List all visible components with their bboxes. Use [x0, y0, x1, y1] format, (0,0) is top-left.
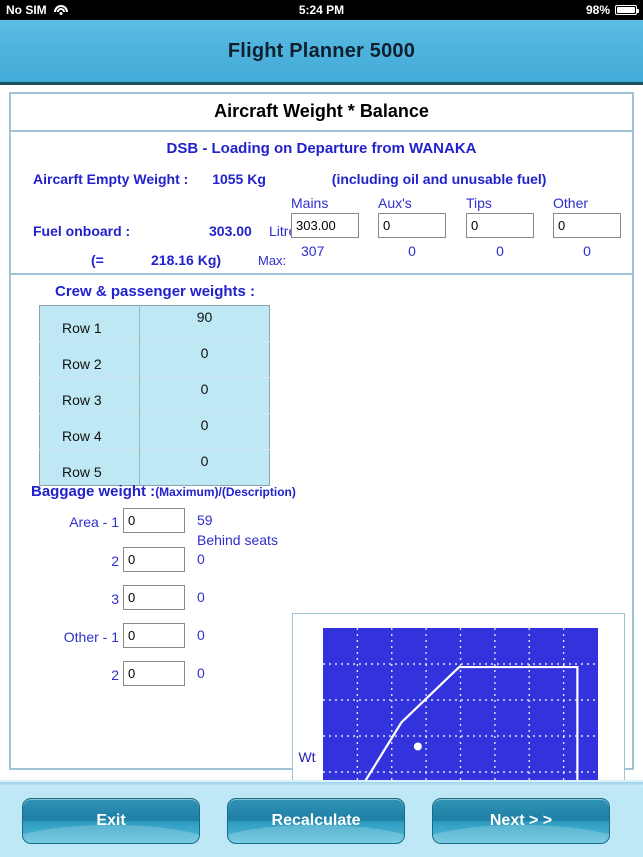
baggage-area-2-input[interactable]	[123, 547, 185, 572]
app-title: Flight Planner 5000	[227, 39, 416, 62]
fuel-other-max: 0	[583, 243, 591, 259]
fuel-total-litres: 303.00	[209, 223, 252, 239]
baggage-area-3-input[interactable]	[123, 585, 185, 610]
bottom-toolbar: Exit Recalculate Next > >	[0, 780, 643, 857]
fuel-mains-input[interactable]	[291, 213, 359, 238]
baggage-row-area-1: Area - 1 59 Behind seats	[31, 508, 281, 548]
fuel-mains-max: 307	[301, 243, 325, 259]
baggage-row-label: Area - 1	[69, 514, 119, 530]
section-header: Aircraft Weight * Balance	[11, 94, 632, 132]
baggage-row-area-3: 3 0	[31, 585, 281, 623]
baggage-area-1-input[interactable]	[123, 508, 185, 533]
fuel-tank-other-label: Other	[553, 195, 589, 211]
fuel-tank-other: Other 0	[553, 195, 641, 259]
crew-row-label: Row 4	[39, 413, 140, 450]
baggage-row-max: 0	[197, 551, 205, 567]
fuel-equals-label: (=	[91, 252, 104, 268]
empty-weight-label: Aircarft Empty Weight :	[33, 171, 189, 187]
baggage-row-label: Other - 1	[63, 629, 119, 645]
chart-y-axis-label: Wt	[298, 749, 315, 765]
crew-row-label: Row 1	[39, 305, 140, 342]
fuel-tips-input[interactable]	[466, 213, 534, 238]
baggage-other-1-input[interactable]	[123, 623, 185, 648]
exit-button-label: Exit	[96, 812, 126, 829]
baggage-title-text: Baggage weight :	[31, 483, 156, 500]
crew-row-value[interactable]: 0	[139, 341, 270, 378]
battery-icon	[615, 5, 639, 15]
crew-row-value[interactable]: 0	[139, 377, 270, 414]
fuel-auxs-max: 0	[408, 243, 416, 259]
page-title: Aircraft Weight * Balance	[214, 101, 429, 121]
baggage-row-label: 2	[111, 667, 119, 683]
fuel-block: Fuel onboard : 303.00 Litre (= 218.16 Kg…	[11, 187, 632, 273]
fuel-max-label: Max:	[258, 253, 287, 268]
current-cg-point	[413, 742, 422, 751]
fuel-auxs-input[interactable]	[378, 213, 446, 238]
baggage-row-max: 59	[197, 512, 213, 528]
fuel-tank-auxs-label: Aux's	[378, 195, 412, 211]
fuel-other-input[interactable]	[553, 213, 621, 238]
section-loading-info: DSB - Loading on Departure from WANAKA A…	[11, 132, 632, 275]
crew-weights-title: Crew & passenger weights :	[55, 283, 256, 300]
baggage-row-other-1: Other - 1 0	[31, 623, 281, 661]
fuel-tank-mains: Mains 307	[291, 195, 379, 259]
baggage-row-other-2: 2 0	[31, 661, 281, 699]
fuel-tank-tips: Tips 0	[466, 195, 554, 259]
empty-weight-note: (including oil and unusable fuel)	[331, 171, 547, 187]
baggage-row-max: 0	[197, 589, 205, 605]
crew-weights-table: Row 1 90 Row 2 0 Row 3 0 Row 4 0 Row 5 0	[39, 305, 270, 486]
fuel-tank-mains-label: Mains	[291, 195, 329, 211]
app-title-bar: Flight Planner 5000	[0, 20, 643, 85]
table-row[interactable]: Row 1 90	[39, 305, 270, 342]
status-bar-right: 98%	[585, 3, 639, 17]
empty-weight-value: 1055 Kg	[212, 171, 266, 187]
main-panel: Aircraft Weight * Balance DSB - Loading …	[9, 92, 634, 857]
baggage-other-2-input[interactable]	[123, 661, 185, 686]
baggage-title-suffix: (Maximum)/(Description)	[155, 485, 296, 499]
next-button-label: Next > >	[489, 812, 553, 829]
fuel-total-kg: 218.16 Kg)	[151, 252, 222, 268]
baggage-row-max: 0	[197, 665, 205, 681]
fuel-tank-tips-label: Tips	[466, 195, 492, 211]
loading-subtitle: DSB - Loading on Departure from WANAKA	[166, 140, 477, 157]
table-row[interactable]: Row 3 0	[39, 377, 270, 414]
baggage-row-description: Behind seats	[197, 532, 278, 548]
fuel-tank-auxs: Aux's 0	[378, 195, 466, 259]
crew-row-label: Row 3	[39, 377, 140, 414]
crew-row-value[interactable]: 0	[139, 413, 270, 450]
crew-row-value[interactable]: 90	[140, 306, 270, 342]
app-root: No SIM 5:24 PM 98% Flight Planner 5000 A…	[0, 0, 643, 857]
table-row[interactable]: Row 4 0	[39, 413, 270, 450]
crew-row-label: Row 2	[39, 341, 140, 378]
section-weights: Crew & passenger weights : Row 1 90 Row …	[11, 275, 632, 857]
recalculate-button[interactable]: Recalculate	[227, 798, 405, 844]
crew-row-label: Row 5	[39, 449, 140, 486]
baggage-row-max: 0	[197, 627, 205, 643]
baggage-weights-title: Baggage weight :(Maximum)/(Description)	[31, 483, 296, 500]
status-bar: No SIM 5:24 PM 98%	[0, 0, 643, 20]
recalculate-button-label: Recalculate	[271, 812, 361, 829]
baggage-row-area-2: 2 0	[31, 547, 281, 585]
status-bar-clock: 5:24 PM	[298, 3, 345, 17]
next-button[interactable]: Next > >	[432, 798, 610, 844]
crew-row-value[interactable]: 0	[139, 449, 270, 486]
table-row[interactable]: Row 2 0	[39, 341, 270, 378]
baggage-row-label: 3	[111, 591, 119, 607]
fuel-tips-max: 0	[496, 243, 504, 259]
exit-button[interactable]: Exit	[22, 798, 200, 844]
empty-weight-row: Aircarft Empty Weight : 1055 Kg (includi…	[11, 159, 632, 187]
table-row[interactable]: Row 5 0	[39, 449, 270, 486]
battery-percent-label: 98%	[585, 3, 610, 17]
fuel-onboard-label: Fuel onboard :	[33, 223, 131, 239]
baggage-row-label: 2	[111, 553, 119, 569]
